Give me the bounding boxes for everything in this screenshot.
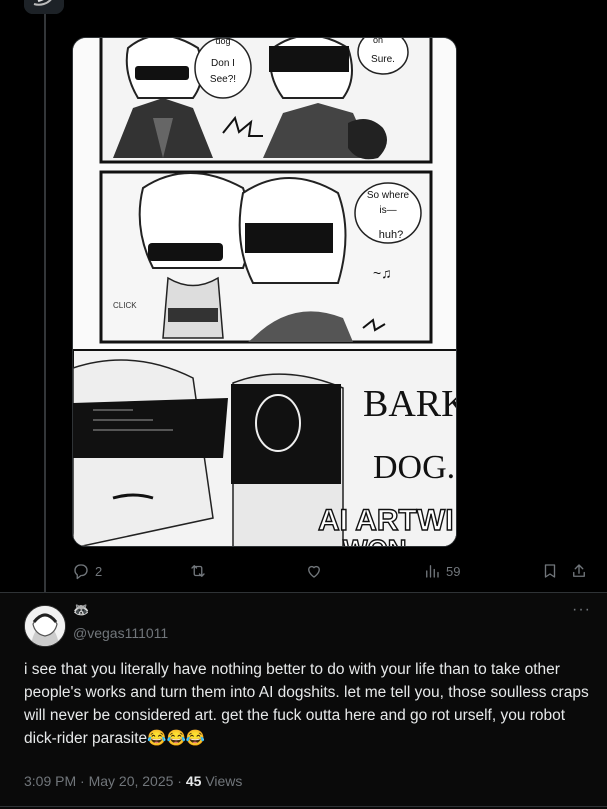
like-button[interactable]	[305, 557, 323, 585]
reply-display-name[interactable]: 🦝	[73, 602, 89, 618]
watermark-text: WON	[343, 534, 407, 547]
bark-text: BARK,	[363, 383, 457, 425]
watermark-text: AI ARTWI	[318, 504, 454, 537]
share-icon	[573, 564, 585, 577]
bubble-text: Sure.	[371, 54, 395, 65]
bubble-text: See?!	[210, 74, 236, 85]
bubble-text: huh?	[379, 229, 403, 241]
reply-count: 2	[95, 563, 103, 579]
top-post: dog Don I See?! oh Sure. CLICK So where …	[0, 0, 607, 592]
reply-views-count: 45	[185, 773, 202, 789]
post-image[interactable]: dog Don I See?! oh Sure. CLICK So where …	[72, 37, 457, 547]
views-button[interactable]: 59	[423, 557, 460, 585]
sfx-text: CLICK	[113, 301, 137, 310]
share-button[interactable]	[570, 557, 588, 585]
bubble-text: is—	[379, 205, 396, 216]
top-avatar[interactable]	[24, 0, 64, 14]
repost-icon	[191, 565, 205, 577]
bookmark-icon	[544, 564, 556, 578]
reply-button[interactable]: 2	[72, 557, 102, 585]
bubble-text: So where	[367, 190, 410, 201]
reply-meta: 3:09 PM · May 20, 2025 · 45 Views	[24, 773, 242, 789]
reply-timestamp[interactable]: 3:09 PM · May 20, 2025 ·	[24, 773, 186, 789]
like-icon	[308, 565, 320, 578]
reply-icon	[74, 564, 88, 580]
bubble-text: oh	[373, 38, 383, 45]
post-actions: 2 59	[72, 557, 597, 585]
thread-line	[44, 0, 46, 592]
bubble-text: Don I	[211, 58, 235, 69]
reply-avatar[interactable]	[24, 605, 66, 647]
views-count: 59	[446, 563, 461, 579]
divider	[0, 806, 607, 807]
hum-text: ~♫	[373, 265, 392, 281]
repost-button[interactable]	[189, 557, 207, 585]
reply-post[interactable]: 🦝 @vegas111011 ··· i see that you litera…	[0, 593, 607, 809]
reply-handle[interactable]: @vegas111011	[73, 625, 168, 641]
views-icon	[426, 565, 439, 578]
reply-text: i see that you literally have nothing be…	[24, 661, 589, 747]
more-icon[interactable]: ···	[572, 601, 591, 619]
dog-text: DOG.	[373, 449, 455, 486]
bubble-text: dog	[215, 38, 230, 46]
reply-views-label: Views	[201, 773, 243, 789]
bookmark-button[interactable]	[541, 557, 559, 585]
